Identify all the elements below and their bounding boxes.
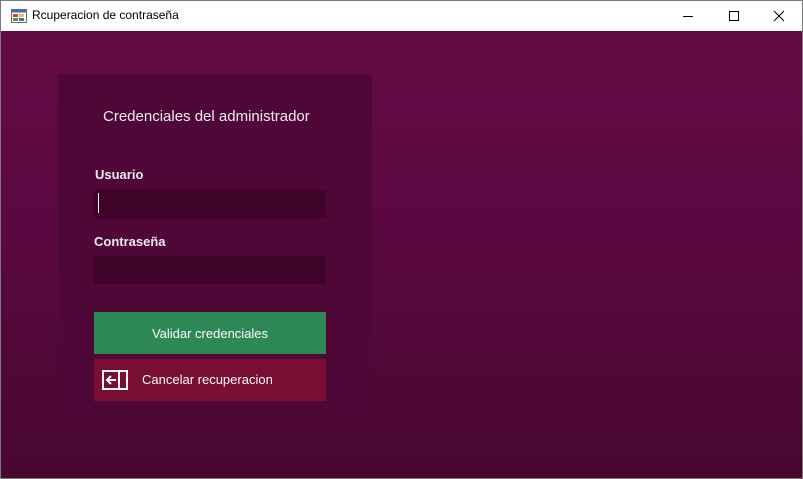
- username-label: Usuario: [95, 167, 144, 182]
- panel-heading: Credenciales del administrador: [103, 108, 310, 125]
- close-button[interactable]: [756, 1, 802, 31]
- password-label: Contraseña: [94, 234, 166, 249]
- text-caret: [98, 193, 99, 213]
- window-title: Rcuperacion de contraseña: [32, 8, 179, 22]
- minimize-icon: [683, 16, 693, 17]
- close-icon: [773, 10, 785, 22]
- maximize-button[interactable]: [711, 1, 757, 31]
- cancel-button-label: Cancelar recuperacion: [142, 372, 273, 387]
- title-bar[interactable]: Rcuperacion de contraseña: [1, 1, 802, 31]
- minimize-button[interactable]: [665, 1, 711, 31]
- back-arrow-icon: [102, 370, 128, 390]
- form-background: Credenciales del administrador Usuario C…: [1, 31, 802, 478]
- maximize-icon: [729, 11, 739, 21]
- password-input[interactable]: [94, 256, 326, 284]
- cancel-recovery-button[interactable]: Cancelar recuperacion: [94, 359, 326, 401]
- validate-credentials-button[interactable]: Validar credenciales: [94, 312, 326, 354]
- validate-button-label: Validar credenciales: [151, 325, 269, 341]
- credentials-panel: Credenciales del administrador Usuario C…: [58, 74, 372, 426]
- app-window: Rcuperacion de contraseña Credenciales d…: [0, 0, 803, 479]
- username-input[interactable]: [94, 190, 326, 218]
- winforms-app-icon: [11, 9, 27, 23]
